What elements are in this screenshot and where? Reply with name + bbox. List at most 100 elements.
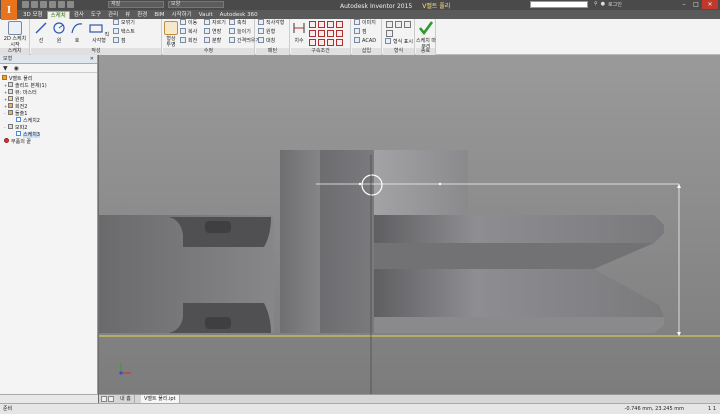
coincident-icon[interactable] <box>309 21 316 28</box>
parallel-icon[interactable] <box>309 30 316 37</box>
panel-title-constrain: 구속조건 <box>291 48 350 55</box>
home-icon[interactable] <box>67 1 74 8</box>
finish-sketch-button[interactable]: 스케치 마무리 <box>416 21 436 50</box>
tile-icon[interactable] <box>101 396 107 402</box>
close-button[interactable]: ✕ <box>702 0 718 9</box>
tab-tools[interactable]: 도구 <box>88 11 104 19</box>
model-view[interactable] <box>99 55 720 394</box>
split-button[interactable]: 분할 <box>204 37 221 45</box>
sketch-icon <box>8 21 22 35</box>
fillet-button[interactable]: 모깎기 <box>113 19 135 27</box>
tab-vault[interactable]: Vault <box>196 11 216 19</box>
start-2d-sketch-button[interactable]: 2D 스케치 시작 <box>1 21 29 48</box>
help-search-input[interactable] <box>530 1 588 8</box>
material-combo[interactable]: 재질 <box>108 1 164 8</box>
minimize-button[interactable]: – <box>678 0 690 9</box>
center-point-icon[interactable] <box>404 21 411 28</box>
open-count: 1 1 <box>708 406 716 412</box>
tree-item-solid-bodies[interactable]: + 솔리드 본체(1) <box>0 82 97 89</box>
tab-get-started[interactable]: 시작하기 <box>169 11 195 19</box>
tab-environments[interactable]: 환경 <box>134 11 150 19</box>
dimension-arrow-top <box>677 184 681 188</box>
tree-item-sketch2[interactable]: 스케치2 <box>0 117 97 124</box>
line-button[interactable]: 선 <box>33 21 49 44</box>
tab-autodesk-360[interactable]: Autodesk 360 <box>217 11 261 19</box>
window-controls: – □ ✕ <box>678 0 718 9</box>
tree-item-view-master[interactable]: + 뷰: 마스터 <box>0 89 97 96</box>
pattern-panel: 직사각형 원형 대칭 패턴 <box>256 19 290 55</box>
revolve-icon <box>8 103 13 108</box>
perpendicular-icon[interactable] <box>318 30 325 37</box>
appearance-combo[interactable]: 모양 <box>168 1 224 8</box>
driven-dimension-icon[interactable] <box>386 30 393 37</box>
format-panel: 형식 표시 형식 <box>383 19 415 55</box>
filter-icon[interactable]: ▼ <box>3 64 8 72</box>
point-button[interactable]: 점 <box>113 37 126 45</box>
find-icon[interactable]: ◉ <box>14 64 19 72</box>
tree-item-chamfer[interactable]: - 모따2 <box>0 124 97 131</box>
centerline-icon[interactable] <box>395 21 402 28</box>
tree-item-revolve[interactable]: + 회전2 <box>0 103 97 110</box>
collinear-icon[interactable] <box>318 21 325 28</box>
move-button[interactable]: 이동 <box>180 19 197 27</box>
line-icon <box>35 22 47 34</box>
arc-button[interactable]: 호 <box>69 21 85 44</box>
search-icon[interactable]: ⚲ <box>594 1 598 8</box>
fix-icon[interactable] <box>336 21 343 28</box>
undo-icon[interactable] <box>49 1 56 8</box>
tree-item-extrude[interactable]: - 돌출1 <box>0 110 97 117</box>
tab-sketch[interactable]: 스케치 <box>46 11 70 19</box>
dimension-arrow-bottom <box>677 332 681 336</box>
rectangle-button[interactable]: 직사각형 <box>87 21 111 44</box>
circular-pattern-button[interactable]: 원형 <box>258 28 275 36</box>
tree-item-end-of-part[interactable]: 부품의 끝 <box>0 138 97 145</box>
circle-button[interactable]: 원 <box>51 21 67 44</box>
tab-bim[interactable]: BIM <box>151 11 167 19</box>
tree-item-sketch3[interactable]: 스케치3 <box>0 131 97 138</box>
concentric-icon[interactable] <box>327 21 334 28</box>
tangent-icon[interactable] <box>309 39 316 46</box>
rotate-button[interactable]: 회전 <box>180 37 197 45</box>
show-format-button[interactable]: 형식 표시 <box>385 38 413 46</box>
project-geometry-button[interactable]: 형상 투영 <box>164 21 178 48</box>
extend-button[interactable]: 연장 <box>204 28 221 36</box>
panel-title-pattern: 패턴 <box>256 48 289 55</box>
insert-points-button[interactable]: 점 <box>354 28 367 36</box>
tab-view[interactable]: 뷰 <box>122 11 133 19</box>
panel-title-sketch: 스케치 <box>0 48 29 55</box>
rect-pattern-button[interactable]: 직사각형 <box>258 19 284 27</box>
insert-acad-button[interactable]: ACAD <box>354 37 376 45</box>
tab-3d-model[interactable]: 3D 모형 <box>20 11 46 19</box>
smooth-icon[interactable] <box>318 39 325 46</box>
save-icon[interactable] <box>40 1 47 8</box>
tree-item-part[interactable]: V벨트 풀리 <box>0 75 97 82</box>
tab-inspect[interactable]: 검사 <box>71 11 87 19</box>
graphics-viewport[interactable] <box>99 55 720 394</box>
new-icon[interactable] <box>22 1 29 8</box>
cascade-icon[interactable] <box>108 396 114 402</box>
vertical-icon[interactable] <box>336 30 343 37</box>
mirror-button[interactable]: 대칭 <box>258 37 275 45</box>
copy-button[interactable]: 복사 <box>180 28 197 36</box>
scale-button[interactable]: 축척 <box>229 19 246 27</box>
app-menu-button[interactable]: I <box>1 0 17 20</box>
browser-title[interactable]: 모형 <box>3 56 12 62</box>
tab-manage[interactable]: 관리 <box>105 11 121 19</box>
horizontal-icon[interactable] <box>327 30 334 37</box>
construction-icon[interactable] <box>386 21 393 28</box>
equal-icon[interactable] <box>336 39 343 46</box>
tree-item-origin[interactable]: + 원점 <box>0 96 97 103</box>
close-icon[interactable]: ✕ <box>90 55 94 64</box>
dimension-button[interactable]: 치수 <box>292 21 306 44</box>
redo-icon[interactable] <box>58 1 65 8</box>
user-icon[interactable]: ● <box>601 1 605 8</box>
trim-button[interactable]: 자르기 <box>204 19 226 27</box>
open-icon[interactable] <box>31 1 38 8</box>
maximize-button[interactable]: □ <box>690 0 702 9</box>
symmetric-icon[interactable] <box>327 39 334 46</box>
text-button[interactable]: 텍스트 <box>113 28 135 36</box>
stretch-button[interactable]: 늘이기 <box>229 28 251 36</box>
model-browser: 모형 ✕ ▼ ◉ V벨트 풀리 + 솔리드 본체(1) + 뷰: 마스터 + 원점 +… <box>0 55 98 394</box>
insert-image-button[interactable]: 이미지 <box>354 19 376 27</box>
sign-in-link[interactable]: 로그인 <box>608 1 622 8</box>
